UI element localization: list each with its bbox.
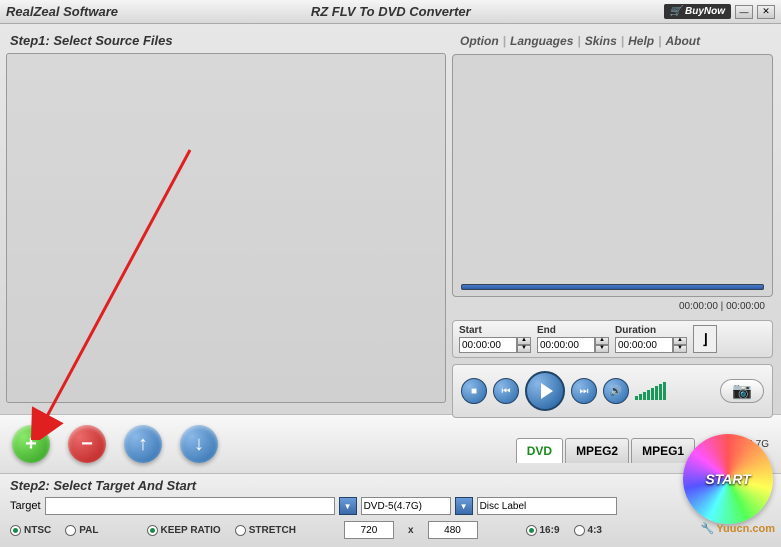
- end-field[interactable]: [537, 337, 595, 353]
- radio-pal[interactable]: PAL: [65, 525, 98, 536]
- volume-button[interactable]: 🔊: [603, 378, 629, 404]
- remove-file-button[interactable]: −: [68, 425, 106, 463]
- brand-label: RealZeal Software: [6, 4, 118, 19]
- snapshot-button[interactable]: 📷: [720, 379, 764, 403]
- wrench-icon: 🔧: [701, 522, 715, 535]
- time-display: 00:00:00 | 00:00:00: [452, 297, 773, 316]
- move-up-button[interactable]: ↑: [124, 425, 162, 463]
- app-title: RZ FLV To DVD Converter: [118, 4, 664, 19]
- tab-mpeg2[interactable]: MPEG2: [565, 438, 629, 463]
- file-toolbar: + − ↑ ↓ DVD MPEG2 MPEG1 0M / 4.7G: [0, 414, 781, 473]
- end-down[interactable]: ▼: [595, 345, 609, 353]
- watermark: 🔧Yuucn.com: [701, 522, 775, 535]
- add-file-button[interactable]: +: [12, 425, 50, 463]
- source-file-list[interactable]: [6, 53, 446, 403]
- tab-dvd[interactable]: DVD: [516, 438, 563, 463]
- menu-about[interactable]: About: [665, 34, 700, 48]
- duration-field[interactable]: [615, 337, 673, 353]
- duration-label: Duration: [615, 325, 687, 336]
- disc-label-field[interactable]: [477, 497, 617, 515]
- move-down-button[interactable]: ↓: [180, 425, 218, 463]
- disc-preset-select[interactable]: [361, 497, 451, 515]
- start-down[interactable]: ▼: [517, 345, 531, 353]
- end-label: End: [537, 325, 609, 336]
- close-button[interactable]: ✕: [757, 5, 775, 19]
- radio-4-3[interactable]: 4:3: [574, 525, 602, 536]
- dur-up[interactable]: ▲: [673, 337, 687, 345]
- end-up[interactable]: ▲: [595, 337, 609, 345]
- tab-mpeg1[interactable]: MPEG1: [631, 438, 695, 463]
- start-up[interactable]: ▲: [517, 337, 531, 345]
- menu-languages[interactable]: Languages: [510, 34, 573, 48]
- menu-help[interactable]: Help: [628, 34, 654, 48]
- radio-ntsc[interactable]: NTSC: [10, 525, 51, 536]
- preview-panel: [452, 54, 773, 297]
- play-button[interactable]: [525, 371, 565, 411]
- target-dropdown-button[interactable]: ▼: [339, 497, 357, 515]
- radio-keep-ratio[interactable]: KEEP RATIO: [147, 525, 221, 536]
- prev-button[interactable]: ⏮: [493, 378, 519, 404]
- format-tabs: DVD MPEG2 MPEG1: [516, 438, 697, 463]
- menubar: Option| Languages| Skins| Help| About: [452, 30, 773, 52]
- start-label: Start: [459, 325, 531, 336]
- menu-skins[interactable]: Skins: [585, 34, 617, 48]
- target-select[interactable]: [45, 497, 335, 515]
- target-panel: Step2: Select Target And Start Target ▼ …: [0, 473, 781, 547]
- titlebar: RealZeal Software RZ FLV To DVD Converte…: [0, 0, 781, 24]
- minimize-button[interactable]: —: [735, 5, 753, 19]
- stop-button[interactable]: ■: [461, 378, 487, 404]
- step2-heading: Step2: Select Target And Start: [10, 478, 771, 493]
- trim-apply-button[interactable]: ⌋: [693, 325, 717, 353]
- step1-heading: Step1: Select Source Files: [6, 30, 446, 51]
- playback-controls: ■ ⏮ ⏭ 🔊 📷: [452, 364, 773, 418]
- target-label: Target: [10, 500, 41, 512]
- width-field[interactable]: [344, 521, 394, 539]
- next-button[interactable]: ⏭: [571, 378, 597, 404]
- height-field[interactable]: [428, 521, 478, 539]
- menu-option[interactable]: Option: [460, 34, 499, 48]
- buynow-button[interactable]: 🛒BuyNow: [664, 4, 731, 19]
- trim-row: Start ▲▼ End ▲▼ Duration ▲▼ ⌋: [452, 320, 773, 358]
- dur-down[interactable]: ▼: [673, 345, 687, 353]
- volume-meter[interactable]: [635, 382, 666, 400]
- preview-progress[interactable]: [461, 284, 764, 290]
- camera-icon: 📷: [732, 381, 752, 401]
- start-field[interactable]: [459, 337, 517, 353]
- radio-16-9[interactable]: 16:9: [526, 525, 560, 536]
- cart-icon: 🛒: [670, 6, 682, 17]
- preset-dropdown-button[interactable]: ▼: [455, 497, 473, 515]
- radio-stretch[interactable]: STRETCH: [235, 525, 296, 536]
- start-button[interactable]: START: [683, 434, 773, 524]
